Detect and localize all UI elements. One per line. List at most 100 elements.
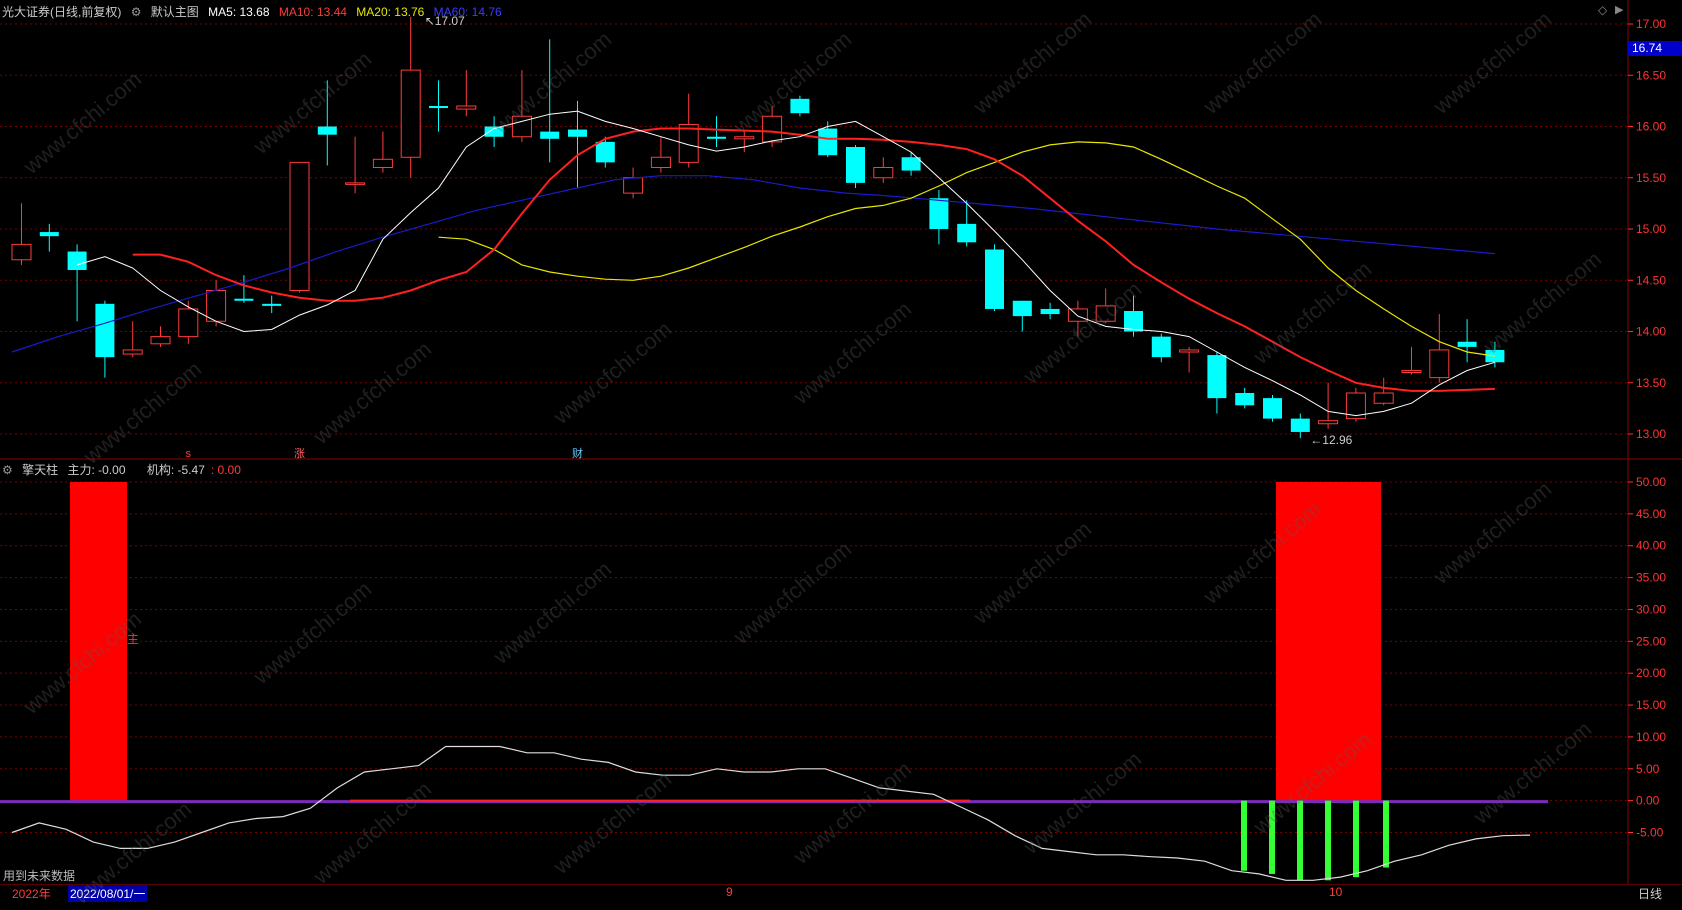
ind-axis-label: 30.00 xyxy=(1636,602,1666,616)
candle-up xyxy=(150,336,171,345)
ind-axis-label: 35.00 xyxy=(1636,571,1666,585)
ind-axis-label: 25.00 xyxy=(1636,634,1666,648)
chart-window: 17.00 16.50 16.00 15.50 15.00 14.50 14.00 13.50… xyxy=(0,0,1682,909)
marker-zhang: 涨 xyxy=(294,447,305,460)
candle-down xyxy=(540,131,560,139)
candle-down xyxy=(67,251,87,270)
candle-up xyxy=(1429,349,1450,379)
current-price-tag: 16.74 xyxy=(1628,41,1682,56)
ind-axis-label: 0.00 xyxy=(1636,794,1660,808)
candle-down xyxy=(1457,341,1477,347)
candle-up xyxy=(1179,349,1200,353)
candle-down xyxy=(901,157,921,171)
stock-name[interactable]: 光大证券 xyxy=(2,5,50,19)
candle-down xyxy=(595,141,615,163)
candle-down xyxy=(39,232,59,237)
bottom-time-bar: 2022年 2022/08/01/一 9 10 日线 xyxy=(0,884,1682,902)
candle-down xyxy=(1290,418,1310,432)
price-axis-label: 15.50 xyxy=(1636,171,1666,185)
price-axis-label: 16.00 xyxy=(1636,120,1666,134)
ind-axis-label: 45.00 xyxy=(1636,507,1666,521)
signal-bar xyxy=(70,482,127,801)
ma60-label: MA60: 14.76 xyxy=(433,5,502,19)
ma60-line xyxy=(11,175,1495,353)
period-label: (日线,前复权) xyxy=(50,5,122,19)
ind-axis-label: 15.00 xyxy=(1636,698,1666,712)
template-selector[interactable]: 默认主图 xyxy=(151,5,199,19)
candle-up xyxy=(456,105,477,110)
ind-axis-label: 20.00 xyxy=(1636,666,1666,680)
candle-down xyxy=(95,303,115,358)
candle-up xyxy=(762,115,783,143)
candle-up xyxy=(873,167,894,179)
main-force-label: 主力: -0.00 xyxy=(67,463,126,477)
ind-axis-label: 10.00 xyxy=(1636,730,1666,744)
price-axis-label: 14.50 xyxy=(1636,273,1666,287)
indicator-settings-icon[interactable]: ⚙ xyxy=(2,463,13,477)
candle-down xyxy=(846,147,865,183)
candle-up xyxy=(206,290,227,322)
candle-up xyxy=(289,161,310,291)
diamond-icon[interactable]: ◇ xyxy=(1598,3,1607,17)
candle-up xyxy=(1095,305,1116,322)
ind-axis-label: 5.00 xyxy=(1636,762,1660,776)
side-label: 主 xyxy=(127,632,140,646)
candle-down xyxy=(929,198,949,229)
ma10-line xyxy=(132,127,1495,392)
marker-cai: 财 xyxy=(572,446,583,460)
low-price-annotation: ←12.96 xyxy=(1310,433,1352,447)
period-button[interactable]: 日线 xyxy=(1638,885,1662,902)
ma5-label: MA5: 13.68 xyxy=(208,5,270,19)
price-axis-label: 15.00 xyxy=(1636,222,1666,236)
settings-icon[interactable]: ⚙ xyxy=(131,5,142,19)
candle-down xyxy=(985,249,1004,309)
ma20-label: MA20: 13.76 xyxy=(356,5,425,19)
institution-label: 机构: -5.47 xyxy=(146,463,205,477)
green-signal-bar xyxy=(1353,800,1359,878)
indicator-name[interactable]: 擎天柱 xyxy=(22,463,58,477)
ma20-line xyxy=(438,141,1495,357)
price-axis-label: 14.00 xyxy=(1636,325,1666,339)
marker-s: s xyxy=(186,448,192,460)
date-range-label[interactable]: 2022/08/01/一 xyxy=(68,885,148,902)
ind-axis-label: 50.00 xyxy=(1636,475,1666,489)
candle-down xyxy=(317,126,337,135)
candle-up xyxy=(178,308,199,338)
ma10-label: MA10: 13.44 xyxy=(278,5,347,19)
green-signal-bar xyxy=(1297,800,1303,881)
candle-down xyxy=(818,128,838,156)
chart-canvas: 17.00 16.50 16.00 15.50 15.00 14.50 14.00 13.50… xyxy=(0,0,1682,884)
green-signal-bar xyxy=(1269,800,1275,874)
green-signal-bar xyxy=(1325,800,1331,881)
candle-up xyxy=(650,156,671,168)
candle-up xyxy=(11,243,32,261)
candle-up xyxy=(1067,308,1088,322)
candle-down xyxy=(1012,300,1032,317)
candle-up xyxy=(1401,369,1422,374)
candle-down xyxy=(568,129,587,137)
candle-up xyxy=(734,136,755,140)
candle-down xyxy=(1040,308,1060,315)
candle-down xyxy=(1151,336,1171,358)
candle-up xyxy=(400,69,421,158)
price-axis-label: 13.50 xyxy=(1636,376,1666,390)
price-axis-label: 17.00 xyxy=(1636,17,1666,31)
candle-up xyxy=(1373,392,1394,404)
price-axis-label: 13.00 xyxy=(1636,427,1666,441)
candle-up xyxy=(122,349,143,355)
candle-down xyxy=(1235,393,1255,406)
candle-down xyxy=(1263,398,1282,419)
candle-down xyxy=(1207,355,1227,399)
institution-value: : 0.00 xyxy=(210,463,241,477)
candle-up xyxy=(345,182,366,185)
price-axis-label: 16.50 xyxy=(1636,68,1666,82)
future-data-note: 用到未来数据 xyxy=(3,869,76,883)
ind-axis-label: -5.00 xyxy=(1636,826,1664,840)
candle-up xyxy=(372,158,393,169)
collapse-arrow-icon[interactable]: ▶ xyxy=(1615,3,1623,16)
indicator-header: ⚙ 擎天柱 主力: -0.00 机构: -5.47 : 0.00 xyxy=(2,461,247,478)
ind-axis-label: 40.00 xyxy=(1636,539,1666,553)
signal-bar xyxy=(1276,482,1381,801)
candle-down xyxy=(262,303,282,306)
candle-up xyxy=(1318,420,1339,425)
